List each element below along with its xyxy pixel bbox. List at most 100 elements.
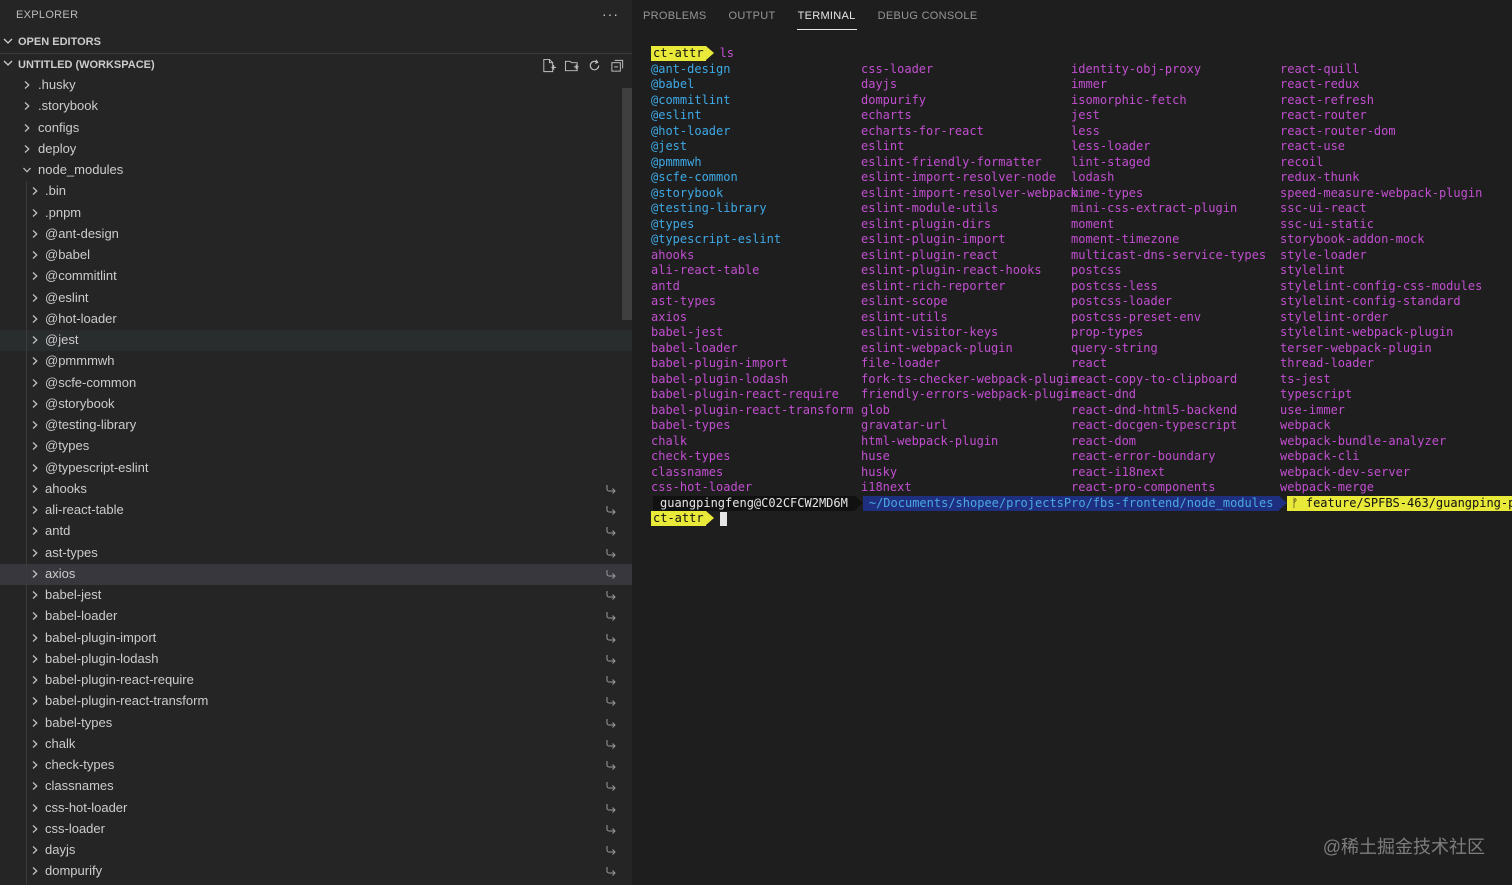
chevron-right-icon [32,803,38,812]
tree-item[interactable]: node_modules [0,160,632,181]
ls-entry-directory: @scfe-common [651,170,738,184]
tree-item[interactable]: @jest [0,330,632,351]
symlink-arrow-icon [606,761,616,770]
tab-debug-console[interactable]: DEBUG CONSOLE [867,0,989,32]
ls-entry-package: postcss-less [1071,278,1158,293]
symlink-arrow-icon [606,527,616,537]
symlink-arrow-icon [606,782,616,792]
tree-item[interactable]: dompurify [0,861,632,882]
tree-item[interactable]: dayjs [0,840,632,861]
ls-output-row: @scfe-common eslint-import-resolver-node l… [651,170,1511,186]
prompt-branch: ᚠ feature/SPFBS-463/guangping-produ [1287,495,1512,511]
tree-item[interactable]: babel-plugin-import [0,628,632,649]
terminal-output[interactable]: ct-attr ls @ant-design css-loader identity-… [651,46,1512,527]
tree-item[interactable]: ali-react-table [0,500,632,521]
tree-item[interactable]: chalk [0,734,632,755]
chevron-right-icon [32,399,38,408]
collapse-all-icon[interactable] [609,57,626,73]
chevron-right-icon [32,378,38,387]
tree-item[interactable]: @eslint [0,288,632,309]
ls-entry-package: storybook-addon-mock [1280,232,1425,246]
terminal-cursor [719,512,727,526]
tree-item[interactable]: classnames [0,776,632,797]
current-input-line[interactable]: ct-attr [651,511,1511,527]
tree-item[interactable]: babel-plugin-react-require [0,670,632,691]
chevron-right-icon [32,463,38,472]
tree-item[interactable]: @babel [0,245,632,266]
ls-entry-package: dompurify [861,92,927,107]
open-editors-section[interactable]: OPEN EDITORS [0,31,632,53]
tree-item[interactable]: @typescript-eslint [0,458,632,479]
chevron-right-icon [24,144,30,153]
tree-item[interactable]: @testing-library [0,415,632,436]
tree-item-label: axios [45,565,76,581]
tree-item[interactable]: deploy [0,139,632,160]
tree-item-label: @pmmmwh [45,353,115,369]
tab-terminal[interactable]: TERMINAL [787,0,867,32]
tree-item-label: .bin [45,183,66,199]
tree-item[interactable]: @pmmmwh [0,351,632,372]
tab-problems[interactable]: PROBLEMS [632,0,718,32]
tree-item-label: @ant-design [45,225,119,241]
ls-entry-package: html-webpack-plugin [861,433,999,448]
ls-entry-package: dayjs [861,77,898,91]
tree-item-label: configs [38,119,80,135]
chevron-right-icon [32,187,38,196]
ls-entry-directory: @commitlint [651,92,731,107]
more-actions-icon[interactable]: ··· [602,6,619,22]
tree-item[interactable]: check-types [0,755,632,776]
tree-item[interactable]: axios [0,563,632,585]
tree-item[interactable]: babel-jest [0,585,632,606]
ls-entry-package: immer [1071,77,1108,91]
chevron-right-icon [32,676,38,684]
new-file-icon[interactable] [540,57,557,73]
ls-entry-package: react-use [1280,139,1346,153]
tree-item[interactable]: ahooks [0,479,632,500]
tree-item-label: ast-types [45,544,98,560]
tree-item[interactable]: @commitlint [0,266,632,287]
refresh-icon[interactable] [586,57,603,73]
tree-item[interactable]: .husky [0,75,632,96]
ls-entry-package: eslint-webpack-plugin [861,340,1013,355]
tree-item[interactable]: antd [0,521,632,542]
new-folder-icon[interactable] [563,57,580,73]
tree-item[interactable]: @scfe-common [0,373,632,394]
prompt-line: guangpingfeng@C02CFCW2MD6M ~/Documents/sh… [653,495,1512,512]
workspace-section[interactable]: UNTITLED (WORKSPACE) [0,53,632,75]
tree-item[interactable]: @ant-design [0,224,632,245]
tree-item[interactable]: babel-types [0,713,632,734]
tree-item[interactable]: babel-plugin-react-transform [0,691,632,712]
tree-item[interactable]: @types [0,436,632,457]
tree-item[interactable]: babel-loader [0,606,632,627]
chevron-right-icon [32,336,38,344]
ls-output-row: @types eslint-plugin-dirs moment ssc-ui-sta… [651,217,1511,233]
tree-item[interactable]: babel-plugin-lodash [0,649,632,670]
prompt-segment: ct-attr [651,46,706,61]
ls-entry-package: eslint-plugin-react [861,247,999,262]
tree-item-label: @testing-library [45,417,137,432]
ls-entry-package: eslint [861,139,905,153]
ls-entry-package: react-dom [1071,433,1137,448]
tree-item[interactable]: configs [0,118,632,139]
tree-item[interactable]: @storybook [0,394,632,415]
tree-item[interactable]: .pnpm [0,203,632,224]
ls-output-row: babel-jest eslint-visitor-keys prop-types s… [651,325,1511,341]
scrollbar[interactable] [622,88,632,320]
tree-item[interactable]: @hot-loader [0,309,632,330]
tree-item[interactable]: css-loader [0,819,632,840]
symlink-arrow-icon [606,676,616,685]
tab-output[interactable]: OUTPUT [718,0,787,32]
ls-entry-package: echarts [861,108,912,122]
tree-item-label: deploy [38,140,77,156]
ls-entry-package: mini-css-extract-plugin [1071,201,1238,215]
ls-entry-package: glob [861,402,890,417]
tree-item[interactable]: .bin [0,181,632,202]
tree-item[interactable]: .storybook [0,96,632,117]
tree-item[interactable]: ast-types [0,543,632,564]
tree-item[interactable]: css-hot-loader [0,798,632,819]
chevron-down-icon [23,167,31,173]
ls-entry-package: postcss [1071,263,1122,277]
symlink-arrow-icon [606,824,616,834]
ls-entry-package: antd [651,278,680,293]
ls-entry-package: babel-plugin-lodash [651,371,789,386]
